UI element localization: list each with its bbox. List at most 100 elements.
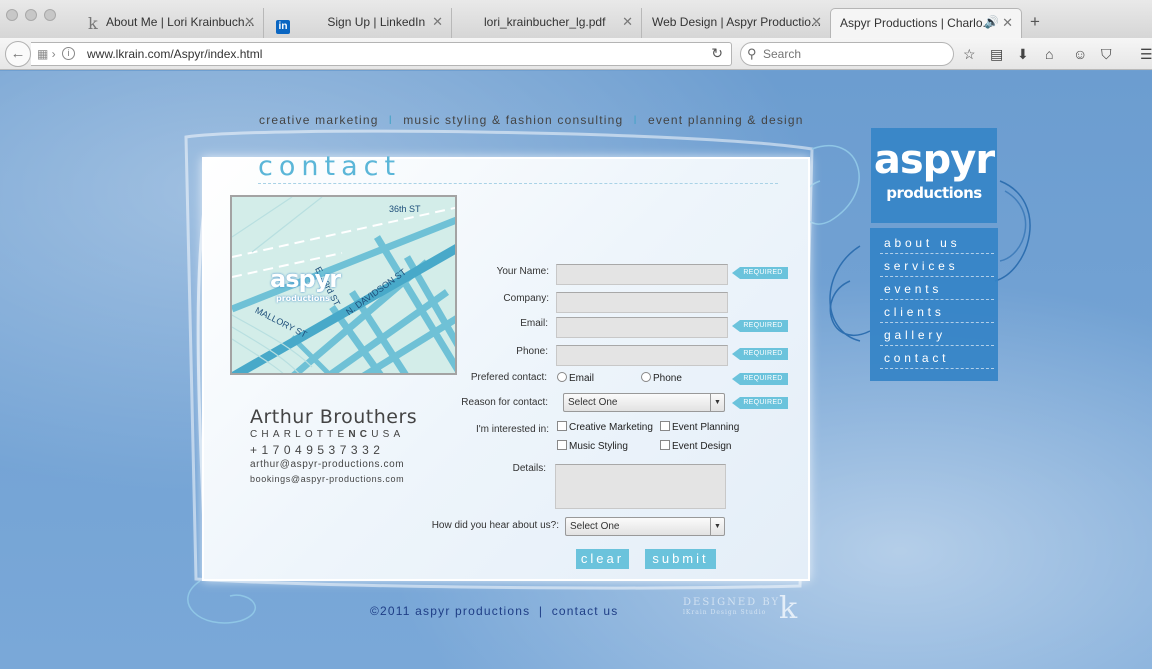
email-label: Email: [520, 318, 548, 329]
radio-icon[interactable] [557, 372, 567, 382]
url-bar[interactable]: ▦ › i www.lkrain.com/Aspyr/index.html ↻ [31, 42, 732, 66]
tagline-creative-marketing: creative marketing [259, 113, 379, 127]
map-logo-sub: productions [276, 294, 330, 303]
search-icon: ⚲ [747, 46, 757, 61]
checkbox-icon[interactable] [660, 421, 670, 431]
copyright-text: ©2011 aspyr productions [370, 604, 531, 618]
back-button[interactable]: ← [5, 41, 31, 67]
nav-item-gallery[interactable]: gallery [880, 324, 994, 346]
email-field[interactable] [556, 317, 728, 338]
tagline-separator: I [633, 113, 638, 127]
url-text[interactable]: www.lkrain.com/Aspyr/index.html [87, 47, 262, 61]
required-badge: REQUIRED [732, 397, 788, 409]
select-value: Select One [568, 397, 618, 408]
contact-name: Arthur Brouthers [250, 406, 418, 428]
search-box[interactable]: ⚲ [740, 42, 954, 66]
close-icon[interactable]: ✕ [622, 14, 633, 30]
checkbox-icon[interactable] [557, 440, 567, 450]
speaker-icon[interactable]: 🔊 [984, 15, 999, 29]
reading-list-icon[interactable]: ▤ [990, 46, 1003, 63]
contact-email-link[interactable]: arthur@aspyr-productions.com [250, 459, 404, 470]
interest-creative-marketing-checkbox[interactable]: Creative Marketing [557, 421, 653, 433]
interest-event-design-checkbox[interactable]: Event Design [660, 440, 731, 452]
tagline-event-planning: event planning & design [647, 113, 804, 127]
map-graphic [232, 197, 455, 373]
tab-linkedin[interactable]: in Sign Up | LinkedIn ✕ [264, 8, 452, 38]
details-textarea[interactable] [555, 464, 726, 509]
close-icon[interactable]: ✕ [811, 14, 822, 30]
option-label: Event Planning [672, 422, 740, 433]
interested-label: I'm interested in: [475, 424, 549, 435]
info-icon[interactable]: i [62, 47, 75, 60]
close-window-button[interactable] [6, 9, 18, 21]
tab-aspyr-active[interactable]: Aspyr Productions | Charlo... 🔊 ✕ [830, 8, 1022, 38]
footer-contact-link[interactable]: contact us [552, 604, 619, 618]
new-tab-button[interactable]: + [1030, 12, 1040, 32]
checkbox-icon[interactable] [660, 440, 670, 450]
map-logo-main: aspyr [270, 265, 341, 293]
download-icon[interactable]: ⬇ [1017, 46, 1029, 63]
radio-icon[interactable] [641, 372, 651, 382]
preferred-phone-radio[interactable]: Phone [641, 372, 682, 384]
name-label: Your Name: [496, 266, 549, 277]
tagline-separator: I [388, 113, 394, 127]
minimize-window-button[interactable] [25, 9, 37, 21]
city-name: CHARLOTTE [250, 429, 349, 440]
interest-music-styling-checkbox[interactable]: Music Styling [557, 440, 628, 452]
browser-tabbar: k About Me | Lori Krainbuch... ✕ in Sign … [0, 0, 1152, 38]
menu-icon[interactable]: ☰ [1140, 46, 1152, 63]
page-icon: ▦ › [37, 47, 56, 61]
close-icon[interactable]: ✕ [1002, 15, 1013, 31]
search-input[interactable] [763, 46, 943, 62]
tab-about-me[interactable]: k About Me | Lori Krainbuch... ✕ [76, 8, 264, 38]
reload-icon[interactable]: ↻ [711, 45, 723, 62]
company-field[interactable] [556, 292, 728, 313]
tab-web-design[interactable]: Web Design | Aspyr Productio... ✕ [642, 8, 830, 38]
bookings-email-link[interactable]: bookings@aspyr-productions.com [250, 474, 404, 484]
chevron-down-icon[interactable]: ▼ [710, 394, 724, 411]
nav-item-services[interactable]: services [880, 255, 994, 277]
preferred-email-radio[interactable]: Email [557, 372, 594, 384]
submit-button[interactable]: submit [645, 549, 716, 569]
close-icon[interactable]: ✕ [432, 14, 443, 30]
phone-field[interactable] [556, 345, 728, 366]
option-label: Music Styling [569, 441, 628, 452]
hear-about-select[interactable]: Select One ▼ [565, 517, 725, 536]
nav-item-about-us[interactable]: about us [880, 232, 994, 254]
bookmark-star-icon[interactable]: ☆ [963, 46, 976, 63]
phone-label: Phone: [516, 346, 548, 357]
close-icon[interactable]: ✕ [244, 14, 255, 30]
location-map[interactable]: 36th ST E. 33rd ST N. DAVIDSON ST MALLOR… [230, 195, 457, 375]
service-tagline: creative marketing Imusic styling & fashi… [259, 113, 804, 127]
logo-sub: productions [886, 184, 982, 202]
hear-about-label: How did you hear about us?: [431, 520, 559, 531]
nav-item-clients[interactable]: clients [880, 301, 994, 323]
company-label: Company: [503, 293, 549, 304]
nav-item-contact[interactable]: contact [880, 347, 994, 369]
name-field[interactable] [556, 264, 728, 285]
option-label: Event Design [672, 441, 732, 452]
contact-city: CHARLOTTENCUSA [250, 429, 404, 440]
option-label: Creative Marketing [569, 422, 653, 433]
tab-pdf[interactable]: lori_krainbucher_lg.pdf ✕ [452, 8, 642, 38]
city-country: USA [371, 429, 405, 440]
chat-icon[interactable]: ☺ [1073, 46, 1087, 62]
interest-event-planning-checkbox[interactable]: Event Planning [660, 421, 739, 433]
reason-select[interactable]: Select One ▼ [563, 393, 725, 412]
chevron-down-icon[interactable]: ▼ [710, 518, 724, 535]
zoom-window-button[interactable] [44, 9, 56, 21]
tab-title: Web Design | Aspyr Productio... [652, 15, 821, 29]
tab-title: lori_krainbucher_lg.pdf [484, 15, 606, 29]
browser-navbar: ← ▦ › i www.lkrain.com/Aspyr/index.html … [0, 38, 1152, 70]
home-icon[interactable]: ⌂ [1045, 46, 1053, 62]
site-logo[interactable]: aspyr productions [871, 128, 997, 223]
credit-line2: lKrain Design Studio [683, 609, 767, 616]
checkbox-icon[interactable] [557, 421, 567, 431]
nav-item-events[interactable]: events [880, 278, 994, 300]
pocket-icon[interactable]: ⛉ [1101, 46, 1112, 63]
designer-credit[interactable]: DESIGNED BY lKrain Design Studio k [683, 591, 797, 626]
heading-divider [258, 183, 778, 184]
clear-button[interactable]: clear [576, 549, 629, 569]
details-label: Details: [512, 463, 546, 474]
tab-title: Sign Up | LinkedIn [327, 15, 426, 29]
